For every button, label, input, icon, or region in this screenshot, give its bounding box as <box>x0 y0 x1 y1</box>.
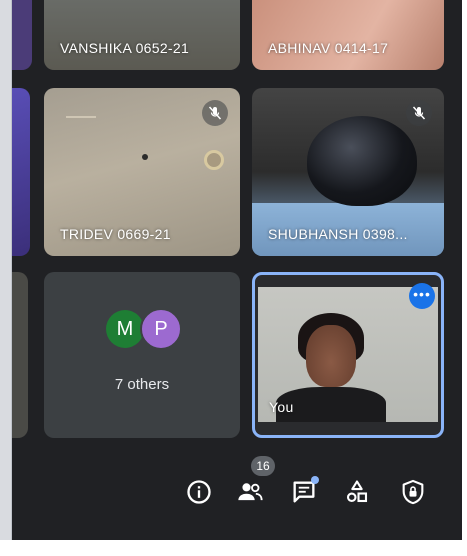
participant-tile[interactable]: TRIDEV 0669-21 <box>44 88 240 256</box>
participant-tile-partial[interactable] <box>12 0 32 70</box>
video-detail <box>307 116 417 206</box>
video-detail <box>306 325 356 387</box>
mic-off-icon <box>202 100 228 126</box>
meeting-grid: VANSHIKA 0652-21 ABHINAV 0414-17 TRIDEV … <box>12 0 462 540</box>
video-detail <box>142 154 148 160</box>
participant-tile-partial[interactable] <box>12 88 30 256</box>
avatar: P <box>140 308 182 350</box>
participant-name: TRIDEV 0669-21 <box>60 226 171 242</box>
video-detail <box>204 150 224 170</box>
participant-tile[interactable]: ABHINAV 0414-17 <box>252 0 444 70</box>
participant-name: VANSHIKA 0652-21 <box>60 40 190 56</box>
others-tile[interactable]: M P 7 others <box>44 272 240 438</box>
participant-tile[interactable]: SHUBHANSH 0398... <box>252 88 444 256</box>
self-tile[interactable]: ••• You <box>252 272 444 438</box>
more-horiz-icon[interactable]: ••• <box>409 283 435 309</box>
bottom-window-edge <box>0 540 467 556</box>
participant-tile[interactable]: VANSHIKA 0652-21 <box>44 0 240 70</box>
people-count-badge: 16 <box>251 456 275 476</box>
info-icon[interactable] <box>185 478 213 506</box>
host-controls-icon[interactable] <box>399 478 427 506</box>
left-window-edge <box>0 0 12 546</box>
participant-name: ABHINAV 0414-17 <box>268 40 389 56</box>
chat-notification-dot <box>311 476 319 484</box>
avatar: M <box>106 310 144 348</box>
self-name: You <box>269 399 294 415</box>
mic-off-icon <box>406 100 432 126</box>
participant-name: SHUBHANSH 0398... <box>268 226 408 242</box>
video-detail <box>66 116 96 118</box>
others-count-label: 7 others <box>114 376 170 393</box>
right-window-edge <box>462 0 467 540</box>
participant-tile-partial[interactable] <box>12 272 28 438</box>
people-icon[interactable] <box>236 478 264 506</box>
activities-icon[interactable] <box>343 478 371 506</box>
